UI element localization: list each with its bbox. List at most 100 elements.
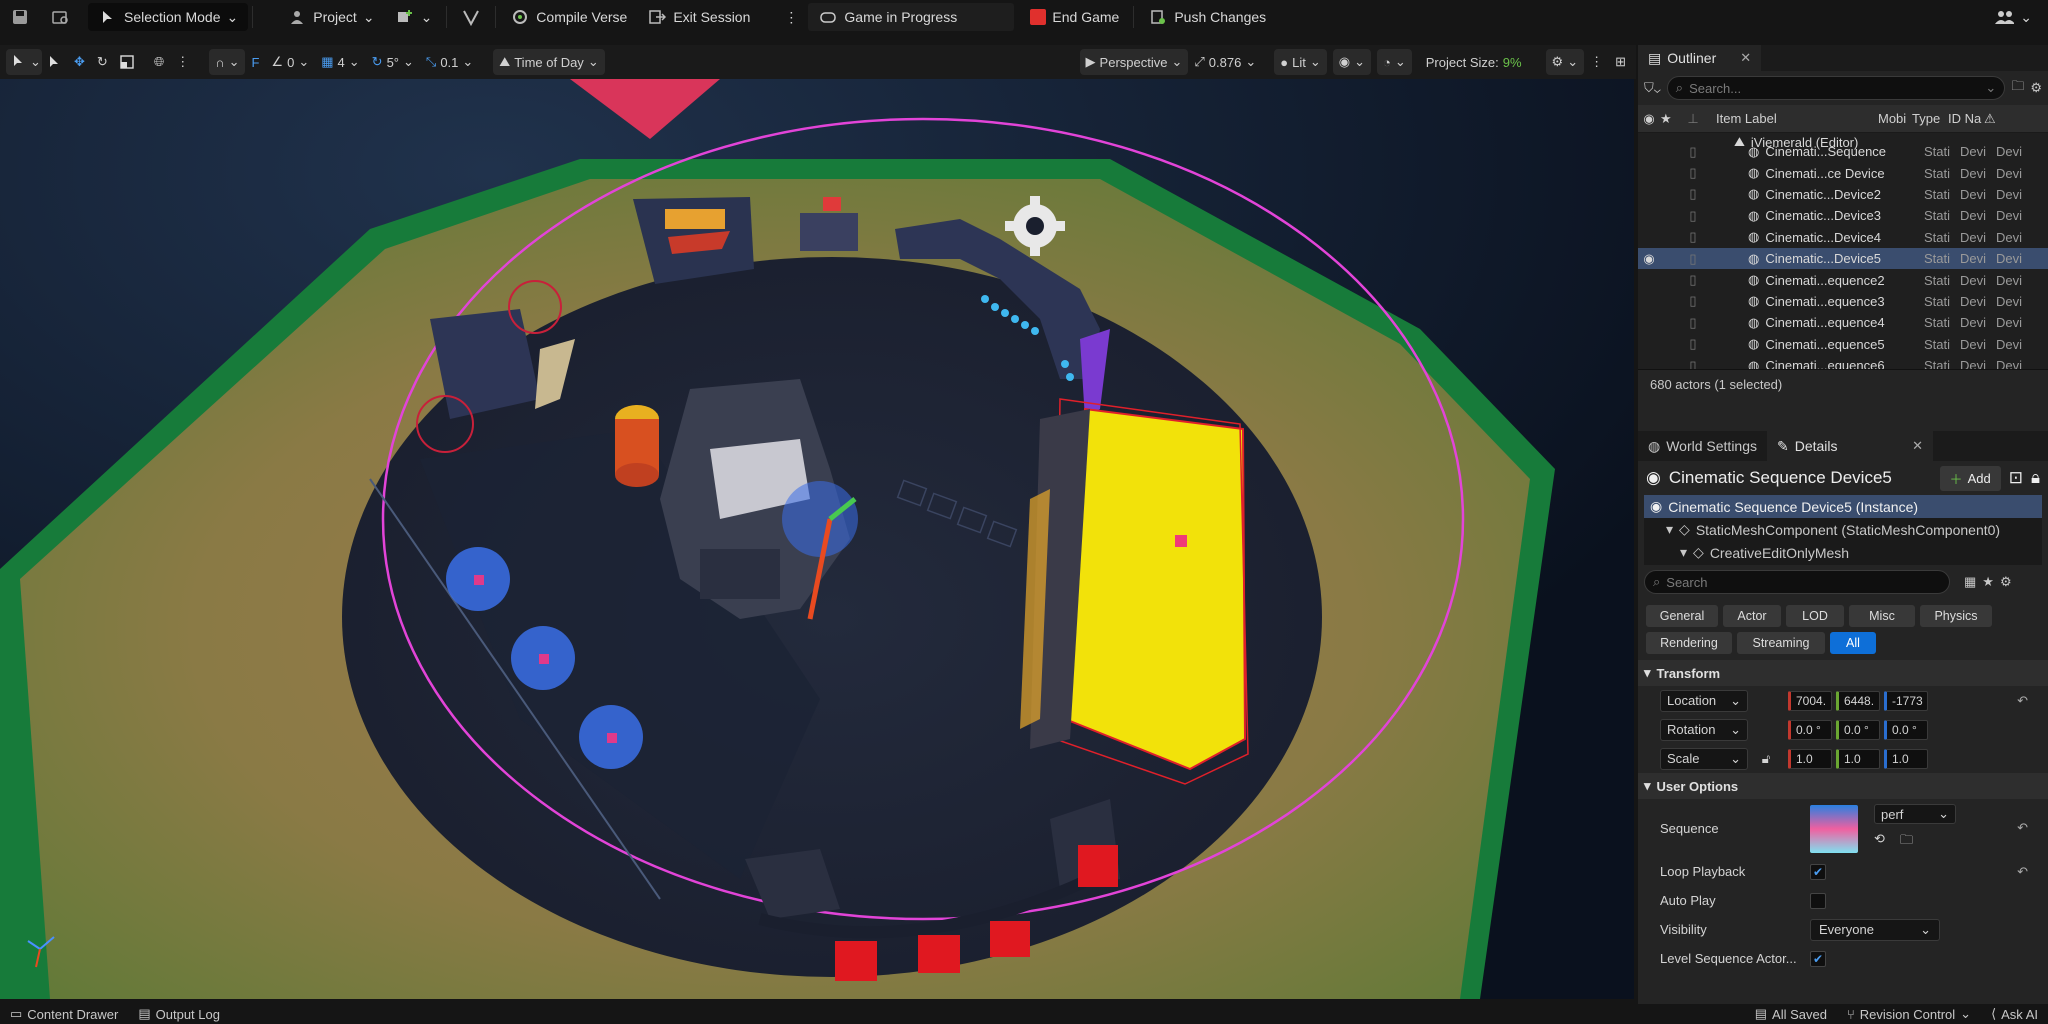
settings-icon[interactable]: ⚙︎ [2030, 80, 2042, 96]
more-options-icon[interactable]: ⋮ [774, 3, 808, 31]
folder-icon[interactable]: 🗀︎ [1900, 831, 1913, 853]
filter-misc[interactable]: Misc [1849, 605, 1915, 627]
scale-dropdown[interactable]: Scale ⌄ [1660, 747, 1748, 770]
reset-arrow-icon[interactable]: ↶ [2017, 693, 2028, 709]
transform-mode-dropdown[interactable]: ⌄ [6, 49, 42, 75]
column-type[interactable]: Type [1912, 111, 1948, 126]
reset-arrow-icon[interactable]: ↶ [2017, 864, 2028, 880]
pin-icon[interactable]: ▯ [1682, 293, 1704, 309]
column-item-label[interactable]: Item Label [1704, 111, 1878, 126]
pin-icon[interactable]: ▯ [1682, 208, 1704, 224]
ask-ai-button[interactable]: ⟨ Ask AI [1981, 1004, 2048, 1024]
grid-snap-toggle[interactable]: ▦ 4 ⌄ [315, 49, 365, 75]
rotation-y-field[interactable]: 0.0 ° [1836, 719, 1880, 740]
level-viewport[interactable] [0, 79, 1634, 999]
rotation-z-field[interactable]: 0.0 ° [1884, 719, 1928, 740]
lock-scale-icon[interactable]: 🔓︎ [1748, 751, 1784, 767]
outliner-tree[interactable]: ⛰ iViemerald (Editor) ▯ ◍ Cinemati...Seque… [1638, 133, 2048, 369]
user-options-section[interactable]: ▾ User Options [1638, 773, 2048, 799]
outliner-row[interactable]: ▯ ◍ Cinematic...Device2 Stati Devi Devi [1638, 184, 2048, 205]
blueprint-icon[interactable]: ⊡ [2009, 468, 2023, 488]
loop-playback-checkbox[interactable]: ✔ [1810, 863, 1826, 880]
push-changes-button[interactable]: Push Changes [1138, 3, 1276, 31]
scale-x-field[interactable]: 1.0 [1788, 748, 1832, 769]
details-tab[interactable]: ✎ Details ✕ [1767, 431, 1933, 461]
browse-to-asset-icon[interactable]: ⟲ [1874, 831, 1885, 847]
filter-icon[interactable]: ⛉⌄ [1644, 80, 1661, 96]
outliner-row[interactable]: ▯ ◍ Cinemati...equence4 Stati Devi Devi [1638, 312, 2048, 333]
scale-y-field[interactable]: 1.0 [1836, 748, 1880, 769]
star-column-icon[interactable]: ★ [1660, 111, 1682, 127]
select-tool-icon[interactable] [42, 49, 68, 75]
outliner-row[interactable]: ▯ ◍ Cinemati...ce Device Stati Devi Devi [1638, 162, 2048, 183]
exit-session-button[interactable]: Exit Session [637, 3, 760, 31]
add-folder-icon[interactable]: 🗀︎ [2011, 77, 2024, 99]
visibility-dropdown[interactable]: Everyone ⌄ [1810, 918, 1940, 941]
layout-icon[interactable]: ⊞ [1609, 49, 1632, 75]
table-view-icon[interactable]: ▦ [1964, 574, 1976, 590]
revision-control-button[interactable]: ⑂ Revision Control ⌄ [1837, 1004, 1981, 1024]
visibility-column-icon[interactable]: ◉ [1638, 111, 1660, 127]
outliner-row[interactable]: ▯ ◍ Cinemati...equence6 Stati Devi Devi [1638, 355, 2048, 369]
outliner-row[interactable]: ▯ ◍ Cinematic...Device4 Stati Devi Devi [1638, 227, 2048, 248]
compile-verse-button[interactable]: Compile Verse [500, 3, 637, 31]
reset-arrow-icon[interactable]: ↶ [2017, 820, 2028, 836]
sequence-asset-dropdown[interactable]: perf ⌄ [1874, 804, 1956, 824]
transform-section[interactable]: ▾ Transform [1638, 660, 2048, 686]
filter-general[interactable]: General [1646, 605, 1718, 627]
outliner-row[interactable]: ▯ ◍ Cinemati...equence3 Stati Devi Devi [1638, 291, 2048, 312]
selection-mode-dropdown[interactable]: Selection Mode ⌄ [88, 3, 249, 31]
outliner-tab[interactable]: ▤ Outliner ✕ [1638, 45, 1762, 71]
move-tool-icon[interactable]: ✥ [68, 49, 91, 75]
verse-button[interactable] [451, 3, 491, 31]
filter-all[interactable]: All [1830, 632, 1876, 654]
filter-rendering[interactable]: Rendering [1646, 632, 1732, 654]
world-settings-tab[interactable]: ◍ World Settings [1638, 431, 1767, 461]
pin-icon[interactable]: ▯ [1682, 272, 1704, 288]
location-z-field[interactable]: -1773 [1884, 690, 1928, 711]
add-content-button[interactable]: ⌄ [385, 3, 443, 31]
viewport-settings-dropdown[interactable]: ⚙︎ ⌄ [1545, 49, 1585, 75]
rotation-dropdown[interactable]: Rotation ⌄ [1660, 718, 1748, 741]
component-row[interactable]: ◉ Cinematic Sequence Device5 (Instance) [1644, 495, 2042, 518]
location-dropdown[interactable]: Location ⌄ [1660, 689, 1748, 712]
all-saved-button[interactable]: ▤ All Saved [1745, 1004, 1837, 1024]
component-tree[interactable]: ◉ Cinematic Sequence Device5 (Instance) ▾… [1644, 495, 2042, 565]
auto-play-checkbox[interactable] [1810, 892, 1826, 909]
pin-icon[interactable]: ▯ [1682, 229, 1704, 245]
browse-button[interactable] [40, 3, 80, 31]
pin-icon[interactable]: ▯ [1682, 165, 1704, 181]
details-search-input[interactable]: ⌕ Search [1644, 570, 1950, 594]
add-component-button[interactable]: ＋ Add [1939, 465, 2001, 491]
more-icon[interactable]: ⋮ [170, 49, 195, 75]
outliner-row[interactable]: ◉ ▯ ◍ Cinematic...Device5 Stati Devi Devi [1638, 247, 2048, 270]
surface-snap-dropdown[interactable]: ∩ ⌄ [209, 49, 246, 75]
time-of-day-dropdown[interactable]: ⛰︎ Time of Day ⌄ [493, 49, 605, 75]
component-row[interactable]: ▾ ◇ CreativeEditOnlyMesh [1644, 541, 2042, 564]
users-button[interactable]: ⌄ [1984, 3, 2042, 31]
close-icon[interactable]: ✕ [1912, 438, 1923, 454]
outliner-row[interactable]: ▯ ◍ Cinemati...Sequence Stati Devi Devi [1638, 141, 2048, 162]
scale-z-field[interactable]: 1.0 [1884, 748, 1928, 769]
filter-actor[interactable]: Actor [1723, 605, 1781, 627]
filter-lod[interactable]: LOD [1786, 605, 1844, 627]
outliner-row[interactable]: ▯ ◍ Cinemati...equence2 Stati Devi Devi [1638, 269, 2048, 290]
rotation-x-field[interactable]: 0.0 ° [1788, 719, 1832, 740]
outliner-search-input[interactable]: ⌕ Search... ⌄ [1666, 76, 2006, 100]
settings-icon[interactable]: ⚙︎ [2000, 574, 2012, 590]
component-row[interactable]: ▾ ◇ StaticMeshComponent (StaticMeshCompone… [1644, 518, 2042, 541]
close-icon[interactable]: ✕ [1740, 50, 1751, 66]
viewport-more-icon[interactable]: ⋮ [1584, 49, 1609, 75]
scale-tool-icon[interactable] [114, 49, 140, 75]
lit-dropdown[interactable]: ● Lit ⌄ [1274, 49, 1327, 75]
rotate-tool-icon[interactable]: ↻ [91, 49, 114, 75]
pin-icon[interactable]: ▯ [1682, 144, 1704, 160]
angle-snap-toggle[interactable]: ↻ 5° ⌄ [366, 49, 420, 75]
location-y-field[interactable]: 6448. [1836, 690, 1880, 711]
pin-icon[interactable]: ▯ [1682, 186, 1704, 202]
save-button[interactable] [0, 3, 40, 31]
show-dropdown[interactable]: ◉ ⌄ [1332, 49, 1371, 75]
location-x-field[interactable]: 7004. [1788, 690, 1832, 711]
outliner-row[interactable]: ▯ ◍ Cinematic...Device3 Stati Devi Devi [1638, 205, 2048, 226]
end-game-button[interactable]: End Game [1020, 3, 1129, 31]
